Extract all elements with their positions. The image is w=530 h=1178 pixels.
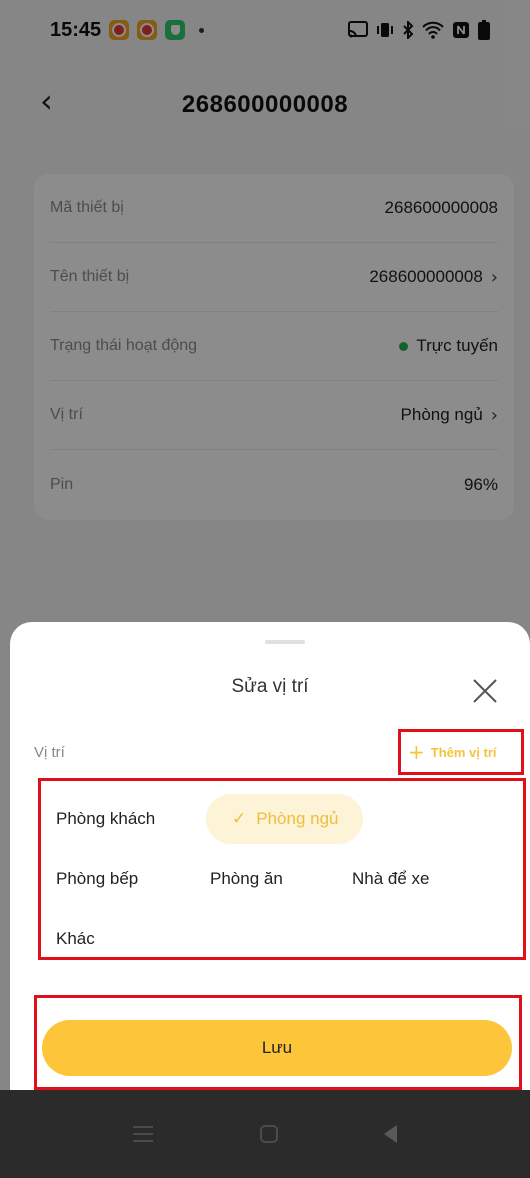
location-option-label: Phòng ngủ xyxy=(256,809,339,828)
recent-apps-icon[interactable] xyxy=(132,1126,155,1142)
location-option-bedroom[interactable]: ✓ Phòng ngủ xyxy=(206,794,363,844)
location-option-other[interactable]: Khác xyxy=(56,914,95,964)
sheet-title: Sửa vị trí xyxy=(231,676,309,697)
location-option-dining-room[interactable]: Phòng ăn xyxy=(210,854,283,904)
location-section-label: Vị trí xyxy=(34,744,65,761)
location-option-garage[interactable]: Nhà để xe xyxy=(352,854,430,904)
add-location-label: Thêm vị trí xyxy=(430,744,497,760)
close-icon[interactable] xyxy=(470,676,500,706)
drag-handle[interactable] xyxy=(265,640,305,644)
check-icon: ✓ xyxy=(232,809,247,829)
system-nav-bar xyxy=(0,1090,530,1178)
back-nav-icon[interactable] xyxy=(384,1125,398,1143)
location-option-kitchen[interactable]: Phòng bếp xyxy=(56,854,138,904)
location-option-living-room[interactable]: Phòng khách xyxy=(56,794,155,844)
save-button[interactable]: Lưu xyxy=(42,1020,512,1076)
plus-icon: + xyxy=(408,740,425,764)
add-location-button[interactable]: + Thêm vị trí xyxy=(408,740,497,764)
home-icon[interactable] xyxy=(260,1125,279,1143)
